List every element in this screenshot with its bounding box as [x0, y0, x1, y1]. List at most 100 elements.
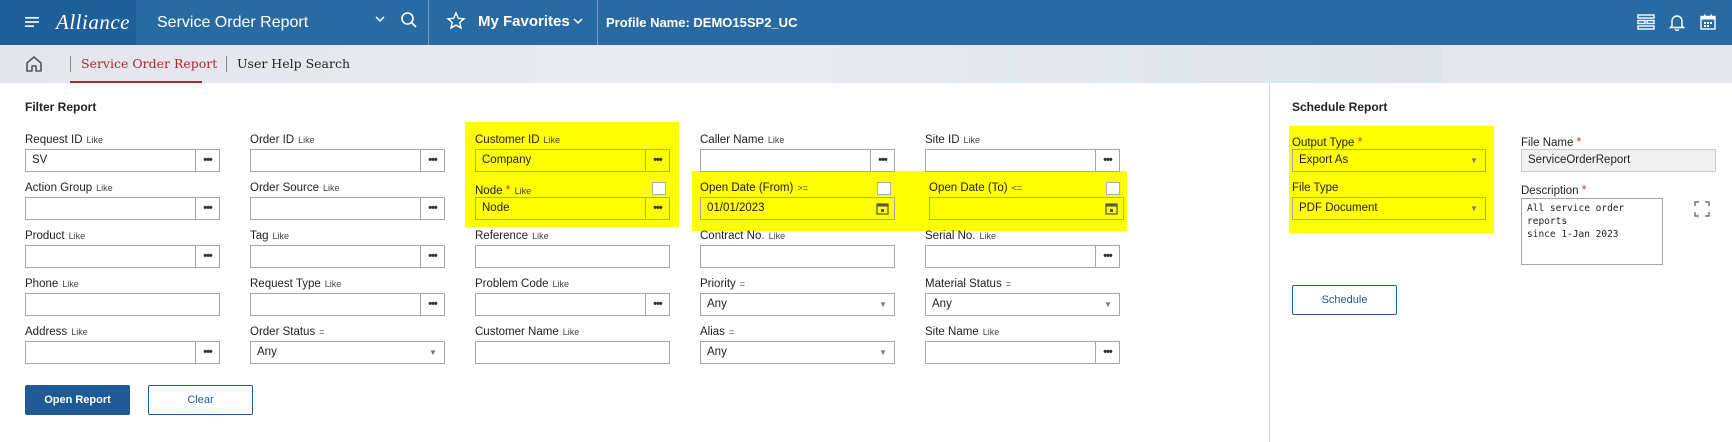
calendar-icon[interactable] [1099, 198, 1123, 219]
product-field[interactable]: ••• [25, 245, 220, 268]
alias-select[interactable]: Any ▼ [700, 341, 895, 364]
site-id-field[interactable]: ••• [925, 149, 1120, 172]
tag-label: Tag Like [250, 230, 290, 242]
chevron-down-icon[interactable]: ▼ [1097, 294, 1119, 315]
description-label: Description * [1521, 182, 1587, 197]
order-id-label: Order ID Like [250, 134, 315, 146]
open-date-from-label: Open Date (From) >= [700, 182, 808, 194]
customer-name-field[interactable] [475, 341, 670, 364]
lookup-button[interactable]: ••• [420, 150, 444, 171]
site-name-field[interactable]: ••• [925, 341, 1120, 364]
chevron-down-icon[interactable]: ▼ [422, 342, 444, 363]
layout-icon[interactable] [1637, 13, 1655, 31]
tab-user-help-search[interactable]: User Help Search [237, 56, 350, 71]
order-status-select[interactable]: Any ▼ [250, 341, 445, 364]
caller-name-label: Caller Name Like [700, 134, 785, 146]
action-group-field[interactable]: ••• [25, 197, 220, 220]
customer-id-field[interactable]: Company ••• [475, 149, 670, 172]
tag-field[interactable]: ••• [250, 245, 445, 268]
phone-field[interactable] [25, 293, 220, 316]
request-type-field[interactable]: ••• [250, 293, 445, 316]
material-status-label: Material Status = [925, 278, 1011, 290]
clear-button[interactable]: Clear [148, 385, 253, 415]
divider [70, 56, 71, 72]
chevron-down-icon[interactable]: ▼ [872, 294, 894, 315]
favorites-label[interactable]: My Favorites [478, 13, 570, 30]
lookup-button[interactable]: ••• [645, 294, 669, 315]
reference-field[interactable] [475, 245, 670, 268]
top-bar: Alliance Service Order Report My Favorit… [0, 0, 1732, 45]
lookup-button[interactable]: ••• [420, 246, 444, 267]
open-report-button[interactable]: Open Report [25, 385, 130, 415]
lookup-button[interactable]: ••• [420, 198, 444, 219]
file-name-field[interactable]: ServiceOrderReport [1521, 149, 1716, 172]
serial-no-field[interactable]: ••• [925, 245, 1120, 268]
lookup-button[interactable]: ••• [870, 150, 894, 171]
schedule-report-title: Schedule Report [1292, 100, 1388, 114]
node-checkbox[interactable] [652, 182, 666, 195]
order-id-field[interactable]: ••• [250, 149, 445, 172]
lookup-button[interactable]: ••• [195, 150, 219, 171]
active-tab-indicator [70, 81, 202, 83]
node-field[interactable]: Node ••• [475, 197, 670, 220]
divider [428, 0, 429, 45]
search-icon[interactable] [400, 11, 418, 32]
nav-bar: Service Order Report User Help Search [0, 45, 1732, 83]
action-group-label: Action Group Like [25, 182, 113, 194]
schedule-button[interactable]: Schedule [1292, 285, 1397, 315]
request-id-label: Request ID Like [25, 134, 104, 146]
problem-code-field[interactable]: ••• [475, 293, 670, 316]
star-icon[interactable] [446, 11, 466, 34]
lookup-button[interactable]: ••• [1095, 342, 1119, 363]
file-type-select[interactable]: PDF Document ▼ [1292, 197, 1486, 220]
chevron-down-icon[interactable] [572, 15, 584, 30]
customer-id-label: Customer ID Like [475, 134, 561, 146]
chevron-down-icon[interactable]: ▼ [1463, 198, 1485, 219]
menu-icon[interactable] [22, 12, 42, 32]
request-id-field[interactable]: SV ••• [25, 149, 220, 172]
tab-service-order-report[interactable]: Service Order Report [81, 56, 217, 71]
chevron-down-icon[interactable]: ▼ [1463, 150, 1485, 171]
material-status-select[interactable]: Any ▼ [925, 293, 1120, 316]
description-textarea[interactable]: All service order reports since 1-Jan 20… [1521, 198, 1663, 265]
alias-label: Alias = [700, 326, 735, 338]
calendar-icon[interactable] [1699, 13, 1717, 31]
problem-code-label: Problem Code Like [475, 278, 570, 290]
lookup-button[interactable]: ••• [1095, 150, 1119, 171]
open-date-to-field[interactable] [929, 197, 1124, 220]
address-label: Address Like [25, 326, 88, 338]
chevron-down-icon[interactable] [374, 13, 386, 28]
lookup-button[interactable]: ••• [195, 246, 219, 267]
lookup-button[interactable]: ••• [645, 150, 669, 171]
lookup-button[interactable]: ••• [195, 198, 219, 219]
bell-icon[interactable] [1668, 13, 1686, 32]
calendar-icon[interactable] [870, 198, 894, 219]
address-field[interactable]: ••• [25, 341, 220, 364]
divider [226, 56, 227, 72]
lookup-button[interactable]: ••• [195, 342, 219, 363]
open-date-to-label: Open Date (To) <= [929, 182, 1023, 194]
order-status-label: Order Status = [250, 326, 325, 338]
lookup-button[interactable]: ••• [645, 198, 669, 219]
chevron-down-icon[interactable]: ▼ [872, 342, 894, 363]
divider [597, 0, 598, 45]
lookup-button[interactable]: ••• [420, 294, 444, 315]
lookup-button[interactable]: ••• [1095, 246, 1119, 267]
expand-icon[interactable] [1694, 201, 1710, 220]
priority-label: Priority = [700, 278, 746, 290]
order-source-field[interactable]: ••• [250, 197, 445, 220]
contract-no-label: Contract No. Like [700, 230, 786, 242]
reference-label: Reference Like [475, 230, 549, 242]
priority-select[interactable]: Any ▼ [700, 293, 895, 316]
open-date-from-field[interactable]: 01/01/2023 [700, 197, 895, 220]
open-date-to-checkbox[interactable] [1106, 182, 1120, 195]
brand-logo[interactable]: Alliance [56, 10, 130, 35]
home-icon[interactable] [24, 54, 44, 77]
phone-label: Phone Like [25, 278, 79, 290]
customer-name-label: Customer Name Like [475, 326, 580, 338]
site-name-label: Site Name Like [925, 326, 1000, 338]
caller-name-field[interactable]: ••• [700, 149, 895, 172]
open-date-from-checkbox[interactable] [877, 182, 891, 195]
contract-no-field[interactable] [700, 245, 895, 268]
output-type-select[interactable]: Export As ▼ [1292, 149, 1486, 172]
